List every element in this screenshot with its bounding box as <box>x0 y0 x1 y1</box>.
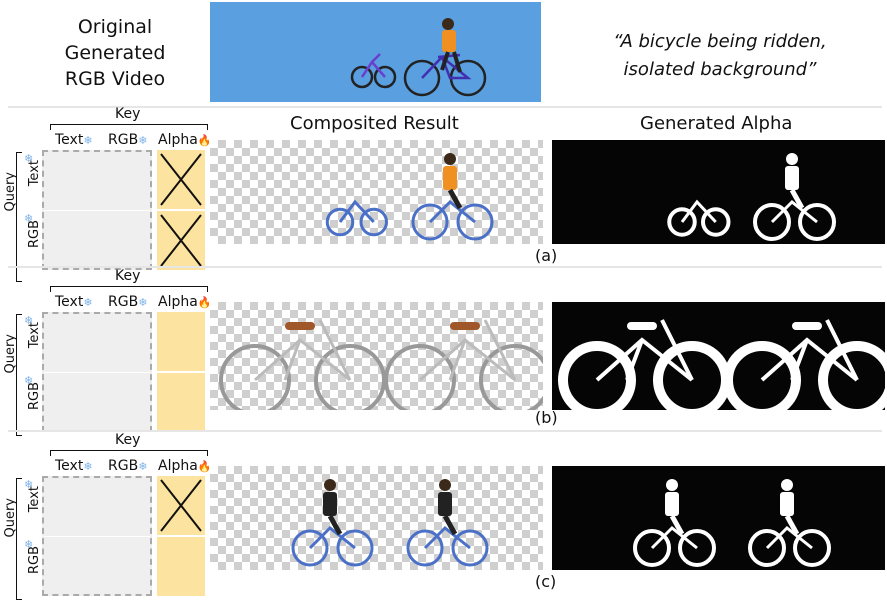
col-header-text: Text❄ <box>55 132 93 148</box>
original-label-line1: Original <box>77 16 153 38</box>
snowflake-icon: ❄ <box>138 134 148 147</box>
composited-bike-figure <box>325 153 494 241</box>
query-bracket <box>16 152 22 282</box>
snowflake-icon: ❄ <box>24 314 34 327</box>
alpha-bike-silhouette <box>667 153 836 241</box>
snowflake-icon: ❄ <box>24 478 34 491</box>
original-label-line3: RGB Video <box>64 68 166 90</box>
original-video-frame <box>210 2 541 102</box>
alpha-bike-silhouette <box>633 479 831 567</box>
snowflake-icon: ❄ <box>83 460 93 473</box>
generated-alpha-title: Generated Alpha <box>640 113 793 134</box>
snowflake-icon: ❄ <box>83 296 93 309</box>
snowflake-icon: ❄ <box>83 134 93 147</box>
key-bracket <box>50 124 208 130</box>
composited-bike-figure <box>219 319 543 410</box>
composited-result-title: Composited Result <box>290 113 459 134</box>
key-bracket <box>50 450 208 456</box>
col-header-text: Text❄ <box>55 294 93 310</box>
composited-bike-figure <box>291 479 489 567</box>
alpha-cell-text <box>157 312 205 371</box>
snowflake-icon: ❄ <box>138 296 148 309</box>
col-header-rgb: RGB❄ <box>108 132 148 148</box>
key-bracket <box>50 286 208 292</box>
original-video-label: Original Generated RGB Video <box>40 14 190 92</box>
snowflake-icon: ❄ <box>24 152 34 165</box>
query-bracket <box>16 314 22 436</box>
grid-divider <box>44 210 150 211</box>
panel-tag: (a) <box>535 246 558 265</box>
mask-cross-icon <box>160 153 202 206</box>
snowflake-icon: ❄ <box>24 538 34 551</box>
mask-cross-icon <box>160 479 202 532</box>
mask-cross-icon <box>160 214 202 267</box>
grid-divider <box>44 536 150 537</box>
key-label: Key <box>115 268 141 284</box>
col-header-rgb: RGB❄ <box>108 294 148 310</box>
alpha-cell-rgb <box>157 537 205 596</box>
prompt-line2: isolated background” <box>623 59 817 80</box>
panel-tag: (c) <box>535 572 557 591</box>
snowflake-icon: ❄ <box>138 460 148 473</box>
col-header-text: Text❄ <box>55 458 93 474</box>
original-bikes-image <box>350 18 487 97</box>
col-header-alpha: Alpha🔥 <box>158 294 212 310</box>
original-label-line2: Generated <box>64 42 166 64</box>
key-label: Key <box>115 432 141 448</box>
snowflake-icon: ❄ <box>24 374 34 387</box>
separator <box>8 266 882 268</box>
prompt-line1: “A bicycle being ridden, <box>613 31 827 52</box>
prompt-text: “A bicycle being ridden, isolated backgr… <box>580 28 860 84</box>
snowflake-icon: ❄ <box>24 212 34 225</box>
grid-divider <box>44 372 150 373</box>
alpha-cell-rgb <box>157 373 205 432</box>
panel-tag: (b) <box>535 408 558 427</box>
col-header-alpha: Alpha🔥 <box>158 132 212 148</box>
col-header-alpha: Alpha🔥 <box>158 458 212 474</box>
key-label: Key <box>115 106 141 122</box>
alpha-bike-silhouette <box>558 319 885 410</box>
col-header-rgb: RGB❄ <box>108 458 148 474</box>
separator <box>8 430 882 432</box>
query-bracket <box>16 478 22 600</box>
